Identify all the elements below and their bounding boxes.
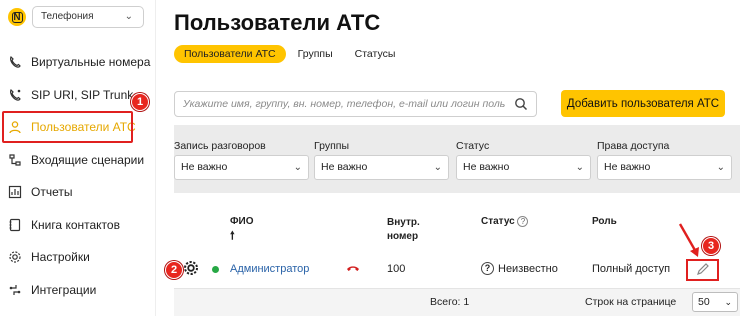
column-header-status: Статус ? — [481, 216, 529, 227]
sidebar-item-contacts[interactable]: Книга контактов — [0, 209, 156, 242]
module-select[interactable]: Телефония ⌄ — [32, 6, 144, 28]
filter-label: Статус — [456, 140, 490, 152]
badge-number: 3 — [707, 240, 715, 252]
sidebar-item-virtual-numbers[interactable]: Виртуальные номера — [0, 46, 156, 79]
sidebar-item-label: Книга контактов — [31, 217, 120, 232]
online-status-dot — [212, 266, 219, 273]
chevron-down-icon: ⌄ — [293, 162, 302, 173]
filter-value: Не важно — [463, 161, 510, 173]
filters-panel: Запись разговоров Не важно ⌄ Группы Не ва… — [174, 125, 740, 193]
filter-access-rights-select[interactable]: Не важно ⌄ — [597, 155, 732, 180]
main-content: Пользователи АТС Пользователи АТС Группы… — [156, 0, 740, 316]
page-title: Пользователи АТС — [174, 10, 381, 35]
hangup-phone-icon[interactable] — [346, 263, 360, 278]
filter-groups-select[interactable]: Не важно ⌄ — [314, 155, 449, 180]
sidebar-item-pbx-users[interactable]: Пользователи АТС — [0, 111, 156, 144]
tabs: Пользователи АТС Группы Статусы — [174, 45, 407, 63]
annotation-arrow — [678, 223, 699, 257]
sidebar-item-settings[interactable]: Настройки — [0, 241, 156, 274]
filter-access-rights: Права доступа Не важно ⌄ — [597, 140, 732, 180]
sidebar-item-label: Отчеты — [31, 185, 73, 200]
logo-letter: N — [11, 11, 23, 23]
sidebar-item-integrations[interactable]: Интеграции — [0, 274, 156, 307]
user-icon — [8, 120, 22, 134]
filter-call-recording-select[interactable]: Не важно ⌄ — [174, 155, 309, 180]
column-header-name[interactable]: ФИО 🠕 — [230, 216, 254, 246]
filter-label: Группы — [314, 140, 349, 152]
chevron-down-icon: ⌄ — [433, 162, 442, 173]
sidebar-item-incoming-scenarios[interactable]: Входящие сценарии — [0, 144, 156, 177]
rows-per-page-select[interactable]: 50 ⌄ — [692, 292, 738, 312]
sidebar-item-label: Виртуальные номера — [31, 55, 151, 70]
sidebar-item-label: Входящие сценарии — [31, 152, 145, 167]
column-header-label: Внутр. — [387, 217, 420, 228]
contacts-book-icon — [8, 218, 22, 232]
admin-gear-icon — [183, 260, 199, 279]
filter-value: Не важно — [604, 161, 651, 173]
chevron-down-icon: ⌄ — [716, 162, 725, 173]
annotation-badge-3: 3 — [702, 237, 720, 255]
sidebar-item-label: Пользователи АТС — [31, 120, 136, 135]
total-count: Всего: 1 — [430, 296, 470, 308]
search-input[interactable] — [175, 92, 505, 116]
unknown-status-icon: ? — [481, 262, 494, 275]
filter-value: Не важно — [321, 161, 368, 173]
user-status: Неизвестно — [498, 263, 558, 275]
badge-number: 2 — [170, 264, 178, 276]
user-name-link[interactable]: Администратор — [230, 263, 309, 275]
module-select-value: Телефония — [41, 11, 94, 22]
tab-statuses[interactable]: Статусы — [345, 45, 406, 63]
users-table: ФИО 🠕 Внутр. номер Статус ? Роль Админис… — [174, 201, 740, 316]
filter-status: Статус Не важно ⌄ — [456, 140, 591, 180]
add-user-button[interactable]: Добавить пользователя АТС — [561, 90, 725, 117]
column-header-number: Внутр. номер — [387, 216, 420, 244]
sip-phone-icon — [8, 88, 22, 102]
tab-groups[interactable]: Группы — [288, 45, 343, 63]
table-footer: Всего: 1 Строк на странице 50 ⌄ — [174, 289, 740, 316]
sidebar-item-label: Интеграции — [31, 282, 97, 297]
integrations-icon — [8, 283, 22, 297]
sidebar-item-reports[interactable]: Отчеты — [0, 176, 156, 209]
rows-per-page-value: 50 — [698, 296, 710, 308]
filter-value: Не важно — [181, 161, 228, 173]
column-header-label: номер — [387, 231, 419, 242]
sidebar-nav: Виртуальные номера SIP URI, SIP Trunk По… — [0, 46, 156, 306]
sidebar: N Телефония ⌄ Виртуальные номера SIP URI… — [0, 0, 156, 316]
search-icon[interactable] — [514, 97, 528, 111]
chevron-down-icon: ⌄ — [724, 297, 732, 307]
annotation-badge-1: 1 — [131, 93, 149, 111]
sidebar-item-label: Настройки — [31, 250, 90, 265]
sort-arrow-up-icon[interactable]: 🠕 — [230, 230, 235, 242]
search-box — [174, 91, 537, 117]
column-header-role: Роль — [592, 216, 617, 227]
edit-button[interactable] — [686, 259, 719, 281]
gear-icon — [8, 250, 22, 264]
filter-status-select[interactable]: Не важно ⌄ — [456, 155, 591, 180]
phone-forward-icon — [8, 55, 22, 69]
column-header-label: ФИО — [230, 216, 254, 227]
filter-call-recording: Запись разговоров Не важно ⌄ — [174, 140, 309, 180]
extension-number: 100 — [387, 263, 406, 275]
rows-per-page-label: Строк на странице — [585, 296, 677, 308]
filter-label: Запись разговоров — [174, 140, 266, 152]
pencil-icon — [697, 263, 709, 275]
sidebar-item-label: SIP URI, SIP Trunk — [31, 87, 134, 102]
tab-pbx-users[interactable]: Пользователи АТС — [174, 45, 286, 63]
chevron-down-icon: ⌄ — [575, 162, 584, 173]
app-logo[interactable]: N — [8, 8, 26, 26]
user-role: Полный доступ — [592, 263, 671, 275]
annotation-badge-2: 2 — [165, 261, 183, 279]
incoming-scenario-icon — [8, 153, 22, 167]
column-header-label: Статус — [481, 216, 515, 227]
badge-number: 1 — [136, 96, 144, 108]
help-icon[interactable]: ? — [517, 216, 529, 227]
filter-groups: Группы Не важно ⌄ — [314, 140, 449, 180]
filter-label: Права доступа — [597, 140, 670, 152]
chevron-down-icon: ⌄ — [124, 11, 133, 22]
table-row[interactable]: Администратор 100 ? Неизвестно Полный до… — [174, 249, 740, 289]
report-icon — [8, 185, 22, 199]
